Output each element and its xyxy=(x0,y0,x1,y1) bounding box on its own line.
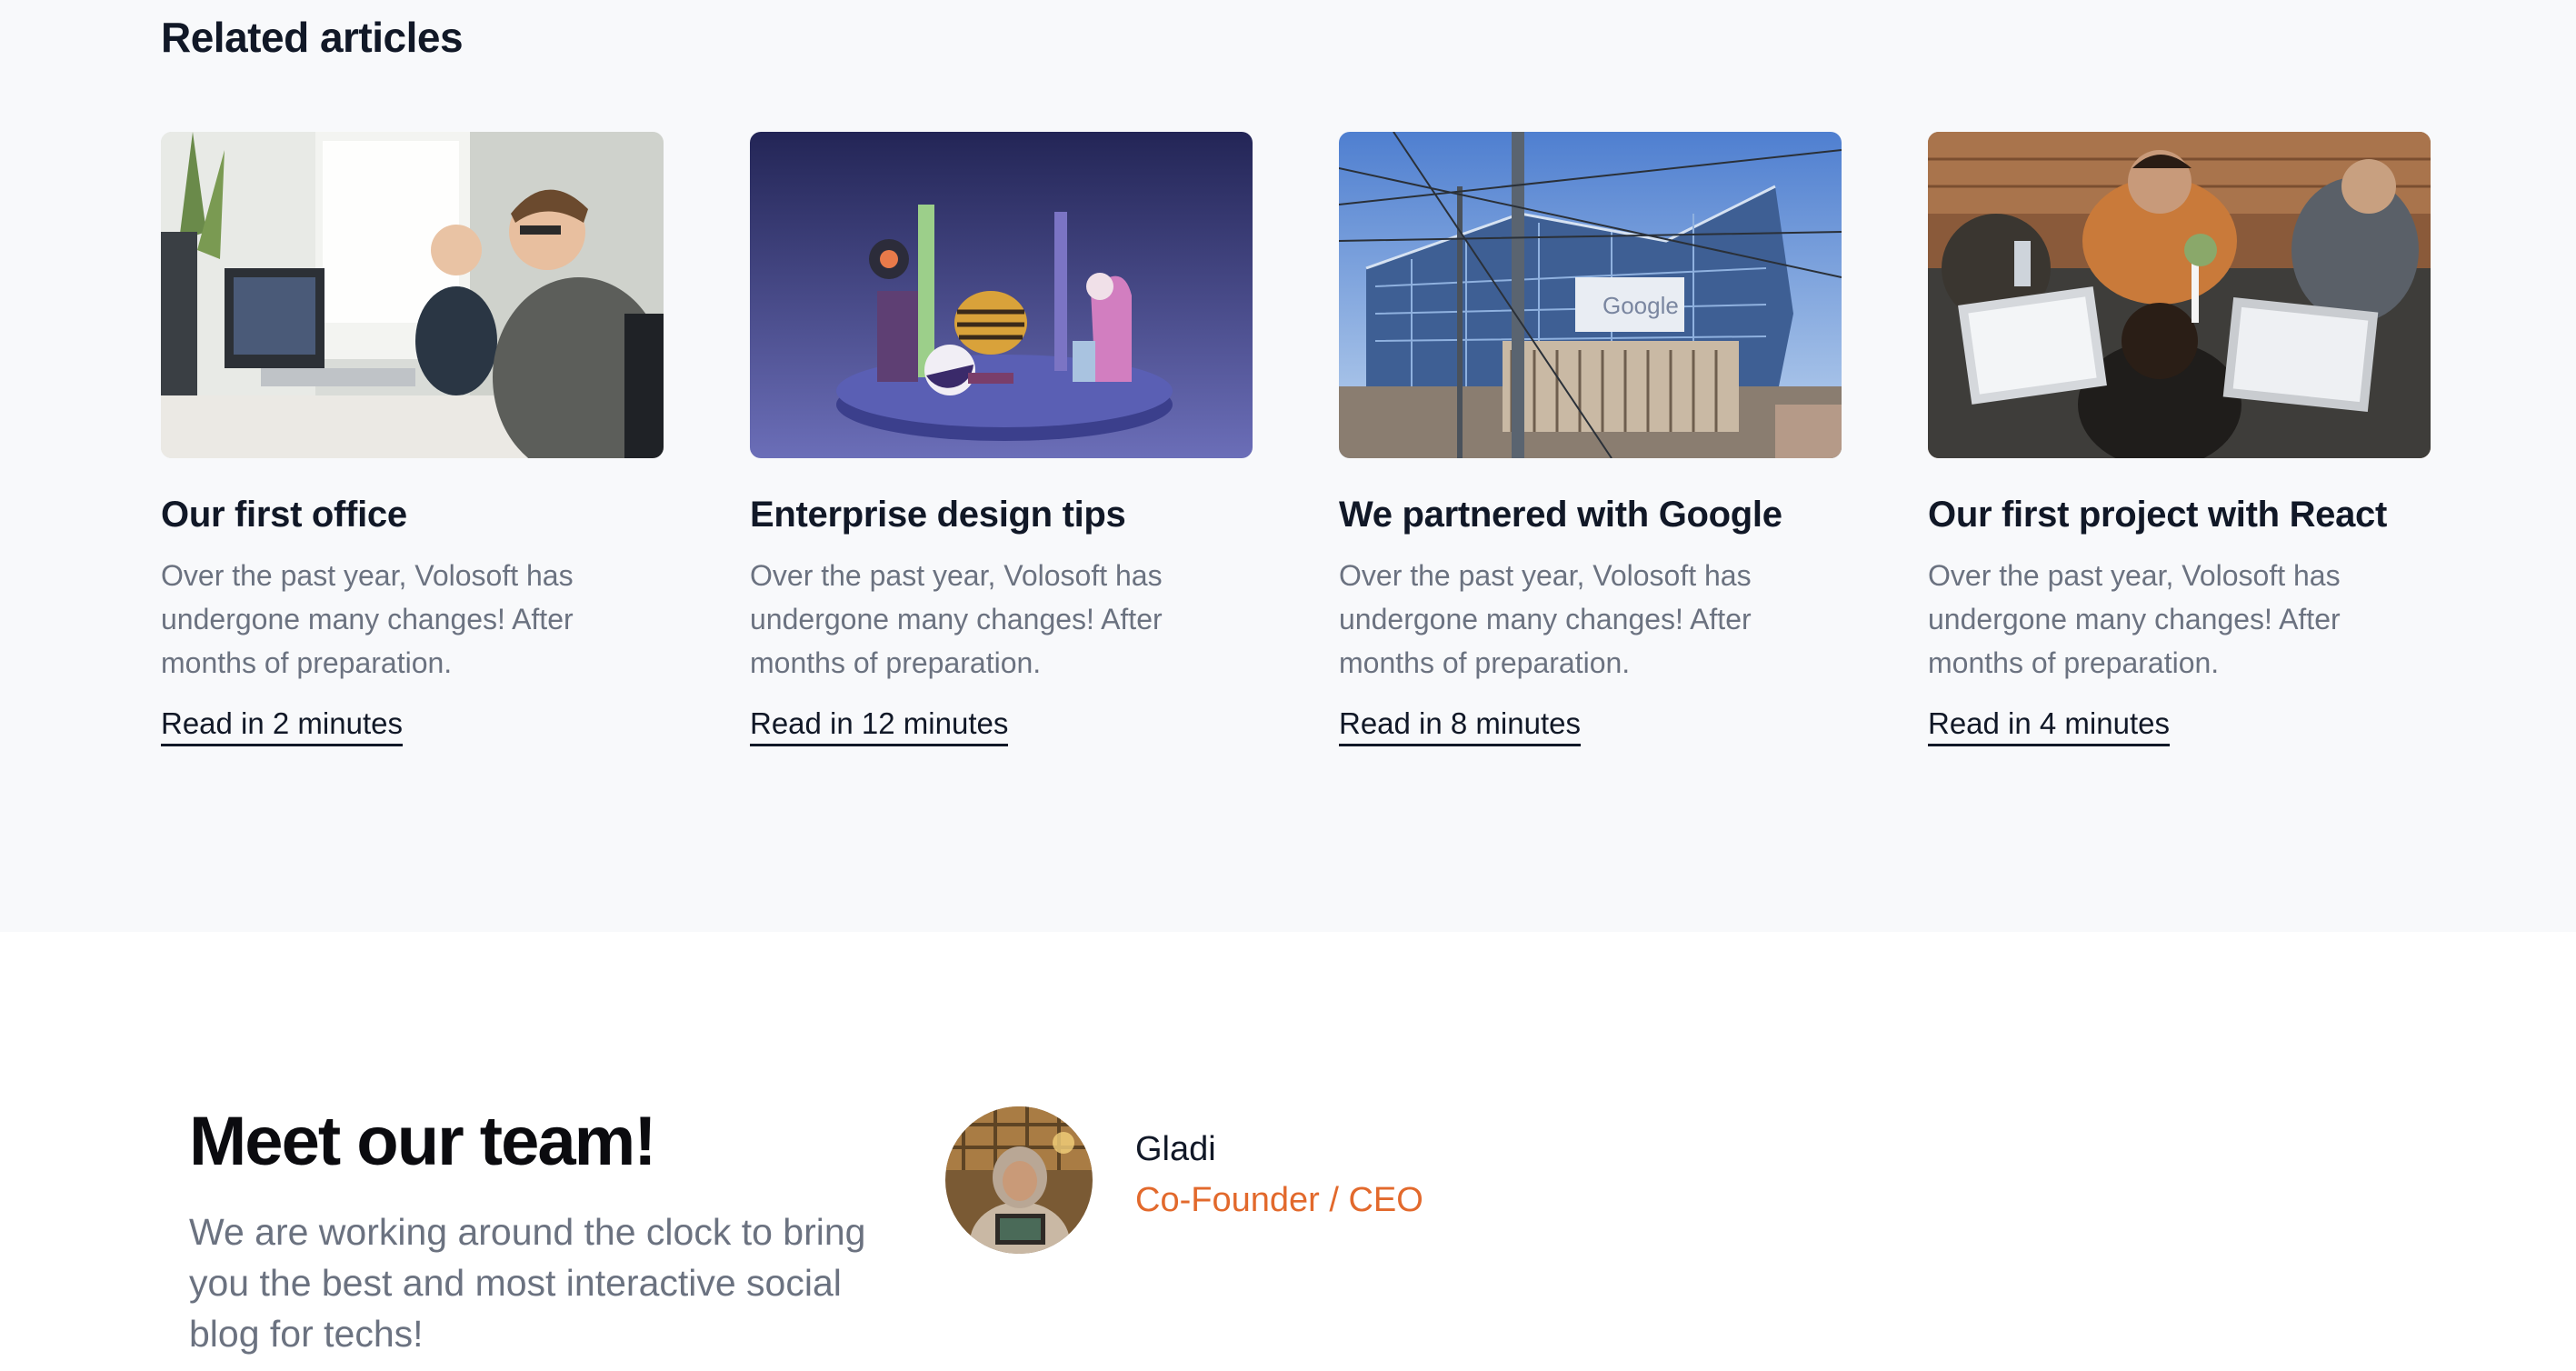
article-image-google[interactable]: Google xyxy=(1339,132,1842,458)
article-title[interactable]: Enterprise design tips xyxy=(750,495,1253,535)
article-image-design[interactable] xyxy=(750,132,1253,458)
article-description: Over the past year, Volosoft has undergo… xyxy=(1928,559,2341,679)
read-time-link[interactable]: Read in 8 minutes xyxy=(1339,706,1581,746)
avatar[interactable] xyxy=(945,1106,1093,1254)
article-title[interactable]: Our first office xyxy=(161,495,664,535)
team-member-role: Co-Founder / CEO xyxy=(1135,1181,1423,1219)
article-card[interactable]: Enterprise design tips Over the past yea… xyxy=(750,132,1253,746)
read-time-link[interactable]: Read in 4 minutes xyxy=(1928,706,2170,746)
svg-text:Google: Google xyxy=(1603,292,1679,319)
article-image-office[interactable] xyxy=(161,132,664,458)
article-description: Over the past year, Volosoft has undergo… xyxy=(1339,559,1752,679)
article-description: Over the past year, Volosoft has undergo… xyxy=(750,559,1163,679)
related-articles-section: Related articles Our first office Over t… xyxy=(0,0,2576,932)
article-card[interactable]: Our first project with React Over the pa… xyxy=(1928,132,2431,746)
related-articles-heading: Related articles xyxy=(161,14,464,61)
team-heading: Meet our team! xyxy=(189,1103,657,1180)
read-time-link[interactable]: Read in 12 minutes xyxy=(750,706,1009,746)
team-member-name: Gladi xyxy=(1135,1130,1216,1168)
article-card[interactable]: Our first office Over the past year, Vol… xyxy=(161,132,664,746)
read-time-link[interactable]: Read in 2 minutes xyxy=(161,706,403,746)
article-card[interactable]: Google We partnered with Google Over the… xyxy=(1339,132,1842,746)
team-description: We are working around the clock to bring… xyxy=(189,1211,866,1355)
article-title[interactable]: Our first project with React xyxy=(1928,495,2431,535)
article-image-react[interactable] xyxy=(1928,132,2431,458)
article-description: Over the past year, Volosoft has undergo… xyxy=(161,559,574,679)
article-title[interactable]: We partnered with Google xyxy=(1339,495,1842,535)
